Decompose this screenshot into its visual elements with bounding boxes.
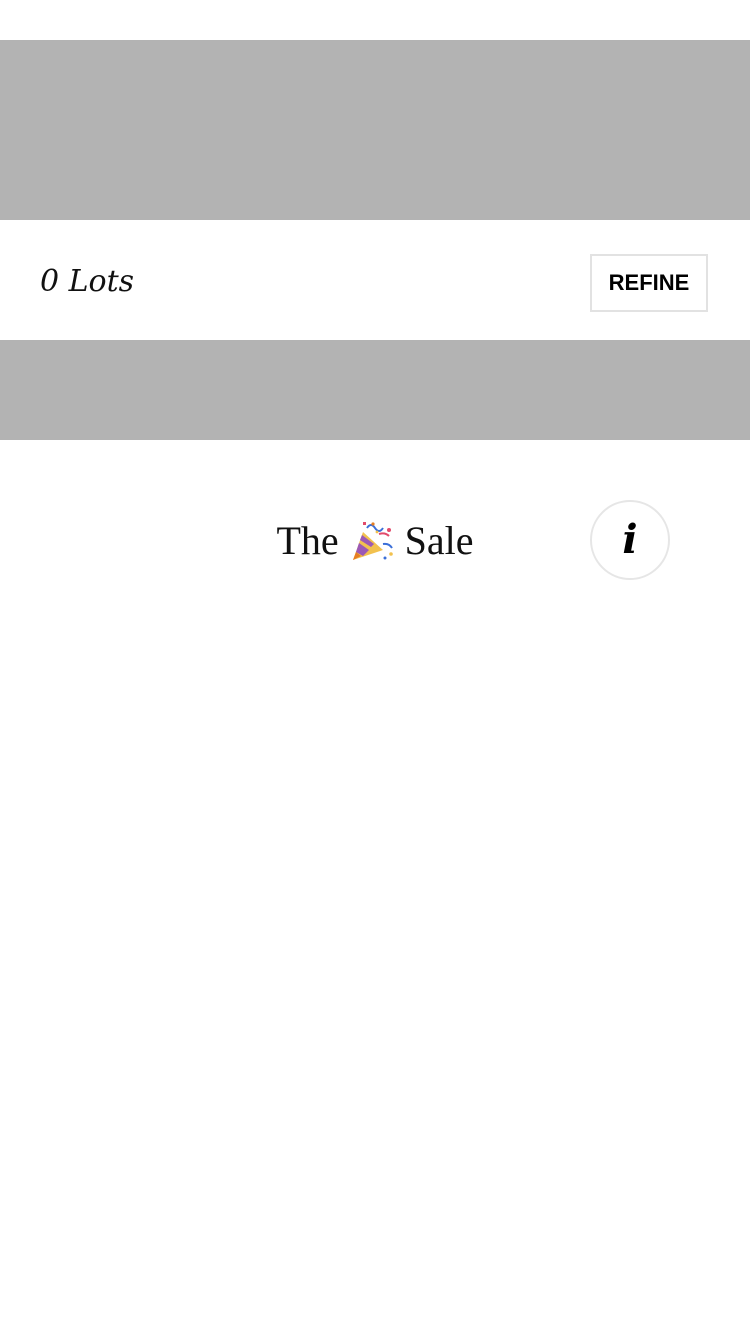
results-toolbar: 0 Lots REFINE <box>0 220 750 340</box>
refine-button[interactable]: REFINE <box>590 254 708 312</box>
filter-placeholder <box>0 340 750 440</box>
sale-header: The Sale i <box>0 440 750 620</box>
lot-count: 0 Lots <box>40 264 135 299</box>
party-popper-icon <box>349 520 395 562</box>
sale-title-prefix: The <box>276 517 339 563</box>
info-button[interactable]: i <box>590 500 670 580</box>
info-icon: i <box>622 516 638 563</box>
status-bar-area <box>0 0 750 40</box>
banner-placeholder <box>0 40 750 220</box>
sale-title-suffix: Sale <box>404 517 474 563</box>
